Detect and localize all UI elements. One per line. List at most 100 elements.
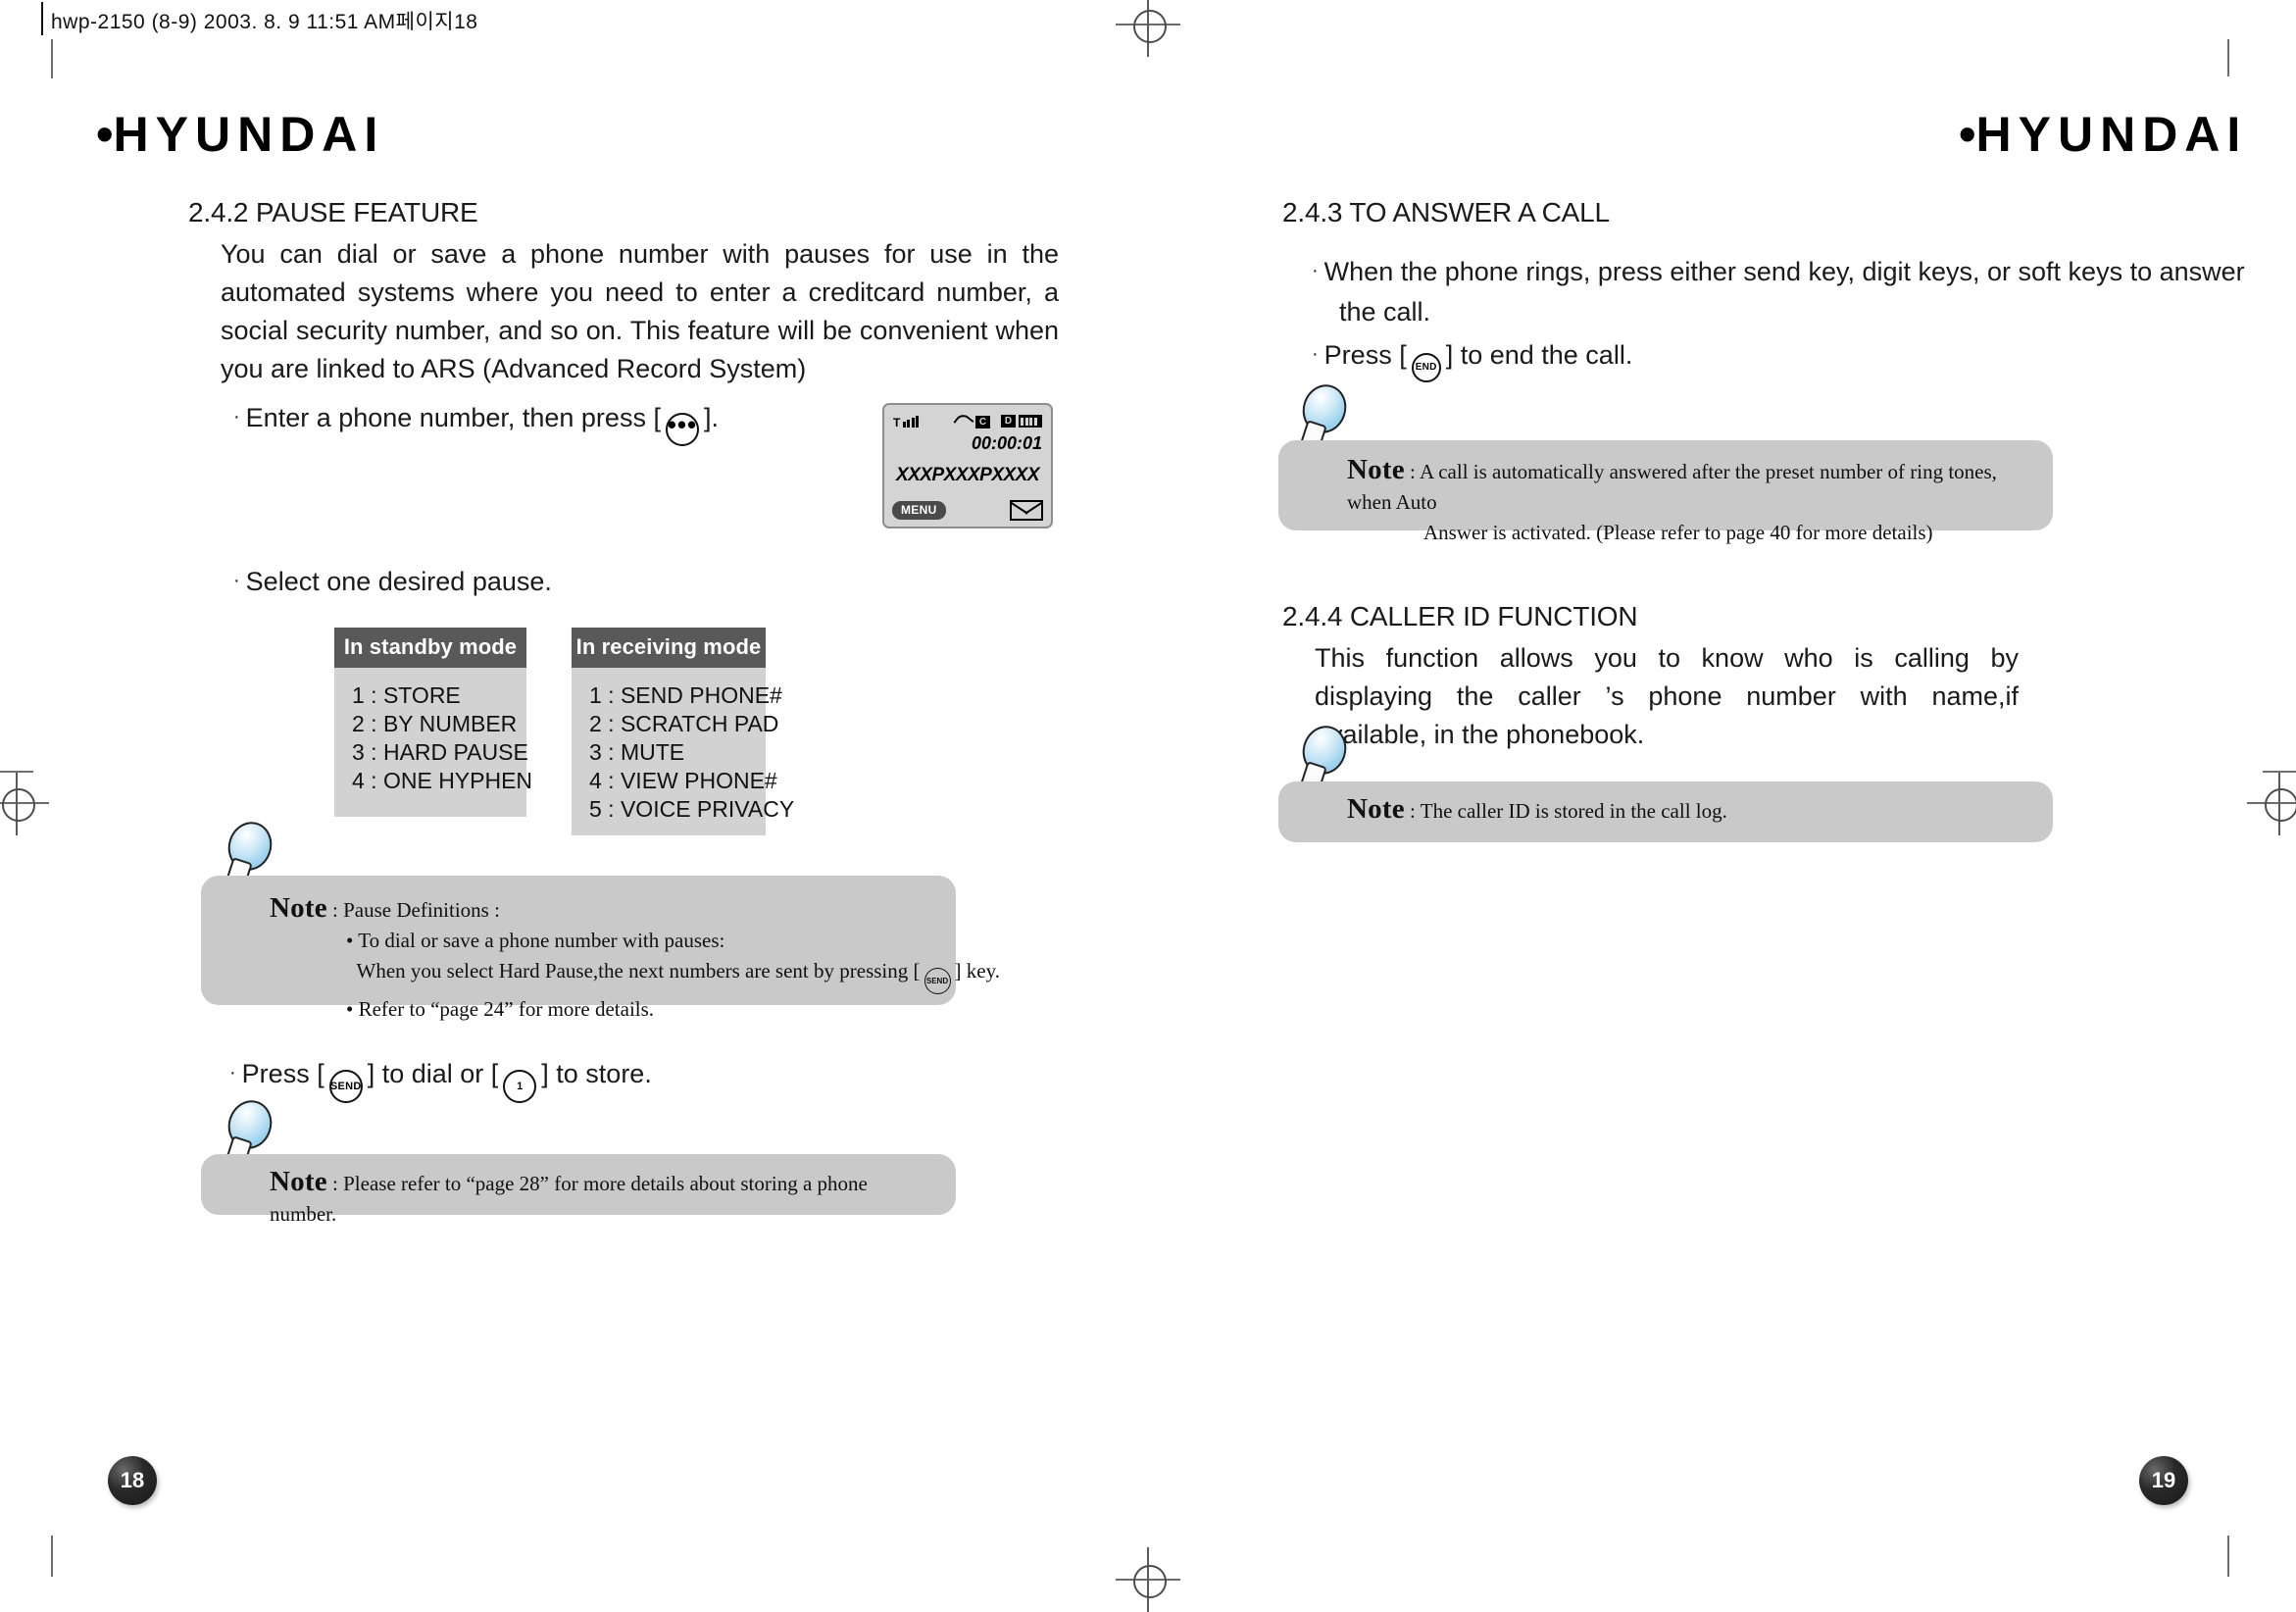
- table-receiving-mode: In receiving mode 1 : SEND PHONE# 2 : SC…: [572, 628, 795, 835]
- signal-bar: [916, 416, 920, 428]
- registration-mark-bottom: [1116, 1547, 1180, 1612]
- bullet-marker: ·: [1312, 260, 1319, 281]
- note-cont-before: When you select Hard Pause,the next numb…: [356, 959, 921, 982]
- logo-wordmark: HYUNDAI: [1975, 107, 2248, 162]
- list-item: 1 : SEND PHONE#: [589, 682, 782, 708]
- step-text-middle: ] to dial or [: [367, 1059, 499, 1088]
- registration-mark-top: [1116, 0, 1180, 57]
- battery-segment: [1024, 417, 1028, 426]
- answer-step-text-line2: the call.: [1339, 297, 1431, 327]
- list-item: 2 : SCRATCH PAD: [589, 711, 779, 736]
- answer-step-text-line1: When the phone rings, press either send …: [1323, 257, 2245, 286]
- answer-step-2: · Press [END] to end the call.: [1312, 333, 1632, 382]
- crop-mark-top-right: [2227, 39, 2229, 76]
- step-enter-phone-number: · Enter a phone number, then press [•••].: [233, 396, 719, 446]
- table-receiving-title: In receiving mode: [572, 628, 766, 668]
- note-bullet-1: • To dial or save a phone number with pa…: [346, 929, 725, 952]
- step-press-to-dial-or-store: · Press [SEND] to dial or [1] to store.: [229, 1052, 652, 1103]
- call-status-icons: C: [953, 411, 990, 432]
- logo-mark-icon: •: [96, 107, 114, 162]
- magnifier-lens: [222, 816, 278, 877]
- note-body: Note : Pause Definitions : • To dial or …: [201, 876, 1000, 1044]
- heading-caller-id: 2.4.4 CALLER ID FUNCTION: [1282, 601, 1638, 631]
- message-envelope-icon[interactable]: [1010, 500, 1043, 521]
- note-label: Note: [270, 892, 327, 924]
- battery-area-icons: D: [1001, 415, 1042, 428]
- table-standby-body: 1 : STORE 2 : BY NUMBER 3 : HARD PAUSE 4…: [334, 668, 533, 817]
- bullet-marker: ·: [233, 570, 240, 591]
- registration-mark-right: [2247, 771, 2296, 835]
- page-number-left: 18: [108, 1456, 157, 1505]
- note-body: Note : Please refer to “page 28” for mor…: [201, 1154, 956, 1249]
- note-sub-list: • To dial or save a phone number with pa…: [270, 926, 1000, 1025]
- send-key-icon: SEND: [328, 1070, 363, 1103]
- battery-segment: [1029, 417, 1032, 426]
- answer-step-1-continuation: the call.: [1339, 291, 1430, 332]
- battery-segment: [1021, 417, 1023, 426]
- reg-circle: [2265, 788, 2296, 822]
- crop-mark-bottom-right: [2227, 1536, 2229, 1577]
- note-text: : Please refer to “page 28” for more det…: [270, 1172, 868, 1226]
- note-lead-line: Note : Pause Definitions :: [270, 893, 928, 926]
- pause-key-icon: •••: [665, 412, 699, 446]
- note-label: Note: [270, 1166, 327, 1197]
- note-line-1: Note : A call is automatically answered …: [1347, 455, 2025, 518]
- digit-one-key-icon: 1: [503, 1070, 537, 1103]
- bullet-marker: ·: [1312, 343, 1319, 365]
- crop-mark-left-edge: [0, 771, 33, 773]
- signal-bar: [902, 422, 906, 428]
- hyundai-logo-left: •HYUNDAI: [96, 106, 384, 163]
- crop-mark-top-left: [51, 39, 53, 78]
- signal-antenna-glyph: T: [893, 416, 901, 429]
- step-select-pause: · Select one desired pause.: [233, 560, 552, 602]
- reg-circle: [1133, 10, 1167, 43]
- crop-mark-bottom-left: [51, 1536, 53, 1577]
- page-number-right: 19: [2139, 1456, 2188, 1505]
- battery-icon: [1019, 415, 1042, 428]
- lcd-call-timer: 00:00:01: [971, 433, 1042, 453]
- call-mode-icon: C: [975, 415, 990, 428]
- step-text-before: Press [: [241, 1059, 324, 1088]
- note-body: Note : A call is automatically answered …: [1278, 440, 2053, 568]
- scan-header-rule: [41, 2, 43, 35]
- list-item: 4 : VIEW PHONE#: [589, 768, 777, 793]
- step-text-after: ] to store.: [541, 1059, 652, 1088]
- lcd-menu-softkey[interactable]: MENU: [892, 501, 946, 520]
- list-item: 4 : ONE HYPHEN: [352, 768, 533, 793]
- note-caller-id-log: Note : The caller ID is stored in the ca…: [1278, 781, 2053, 842]
- answer-step-text-before: Press [: [1323, 340, 1407, 370]
- note-bullet-1-continuation: When you select Hard Pause,the next numb…: [346, 956, 1000, 994]
- note-lead-text: : Pause Definitions :: [332, 898, 500, 922]
- step-text-after: ].: [703, 403, 719, 432]
- answer-step-1: · When the phone rings, press either send…: [1312, 250, 2245, 292]
- step-text-before: Enter a phone number, then press [: [245, 403, 661, 432]
- list-item: 5 : VOICE PRIVACY: [589, 796, 795, 822]
- lcd-status-bar: T C D: [893, 411, 1042, 432]
- battery-segment: [1033, 417, 1037, 426]
- magnifier-lens: [1296, 378, 1353, 439]
- table-receiving-body: 1 : SEND PHONE# 2 : SCRATCH PAD 3 : MUTE…: [572, 668, 795, 835]
- list-item: 2 : BY NUMBER: [352, 711, 518, 736]
- paragraph-caller-id: This function allows you to know who is …: [1315, 643, 2019, 749]
- step-text: Select one desired pause.: [245, 567, 552, 596]
- signal-bar: [911, 418, 915, 428]
- lcd-soft-key-bar: MENU: [892, 500, 1043, 521]
- note-line-2: Answer is activated. (Please refer to pa…: [1423, 521, 1933, 544]
- crop-mark-right-edge: [2263, 771, 2296, 773]
- list-item: 3 : MUTE: [589, 739, 685, 765]
- scan-header-text: hwp-2150 (8-9) 2003. 8. 9 11:51 AM페이지18: [51, 11, 478, 33]
- note-auto-answer: Note : A call is automatically answered …: [1278, 440, 2053, 544]
- phone-lcd-display: T C D 00:00:01 XXXPXXXPXXXX MENU: [882, 403, 1053, 529]
- answer-step-text-after: ] to end the call.: [1445, 340, 1633, 370]
- list-item: 3 : HARD PAUSE: [352, 739, 528, 765]
- table-standby-title: In standby mode: [334, 628, 526, 668]
- heading-answer-call: 2.4.3 TO ANSWER A CALL: [1282, 197, 1610, 227]
- reg-circle: [1133, 1565, 1167, 1598]
- note-label: Note: [1347, 454, 1405, 485]
- note-pause-definitions: Note : Pause Definitions : • To dial or …: [201, 876, 1000, 1021]
- note-cont-after: ] key.: [954, 959, 1000, 982]
- table-standby-mode: In standby mode 1 : STORE 2 : BY NUMBER …: [334, 628, 533, 817]
- bullet-marker: ·: [229, 1062, 236, 1083]
- heading-pause-feature: 2.4.2 PAUSE FEATURE: [188, 197, 478, 227]
- note-body: Note : The caller ID is stored in the ca…: [1278, 781, 2053, 846]
